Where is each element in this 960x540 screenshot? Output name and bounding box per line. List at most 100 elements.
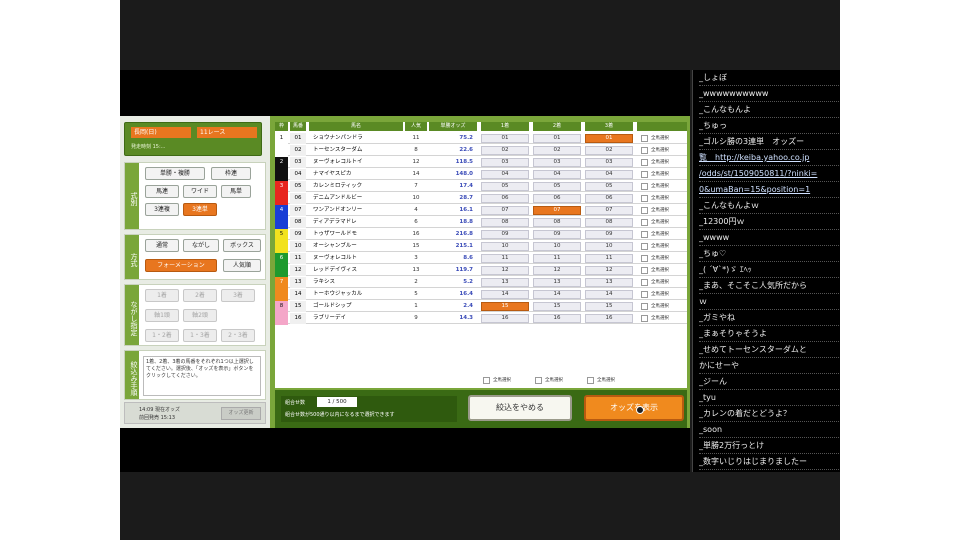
pick-third-button[interactable]: 04 [585,170,633,179]
pick-second-button[interactable]: 13 [533,278,581,287]
axis-one-button[interactable]: 軸1頭 [145,309,179,322]
pick-second-button[interactable]: 16 [533,314,581,323]
pick-first-button[interactable]: 11 [481,254,529,263]
pick-second-button[interactable]: 12 [533,266,581,275]
pick-third-button[interactable]: 08 [585,218,633,227]
pick-second-button[interactable]: 14 [533,290,581,299]
exclude-checkbox[interactable] [641,147,648,154]
table-row: 1 01 ショウナンパンドラ 11 75.2 01 01 01 全馬選択 [275,133,687,145]
pick-first-button[interactable]: 08 [481,218,529,227]
exclude-checkbox[interactable] [641,159,648,166]
refresh-odds-button[interactable]: オッズ更新 [221,407,261,420]
exclude-checkbox[interactable] [641,303,648,310]
select-all-third-checkbox[interactable] [587,377,594,384]
pick-third-button[interactable]: 10 [585,242,633,251]
axis-2nd-button[interactable]: 2着 [183,289,217,302]
pick-second-button[interactable]: 07 [533,206,581,215]
pick-second-button[interactable]: 01 [533,134,581,143]
pick-first-button[interactable]: 01 [481,134,529,143]
pick-second-button[interactable]: 15 [533,302,581,311]
exclude-checkbox[interactable] [641,279,648,286]
pick-third-button[interactable]: 09 [585,230,633,239]
bet-quinella-button[interactable]: 馬連 [145,185,179,198]
horse-number: 06 [290,193,306,204]
pick-third-button[interactable]: 14 [585,290,633,299]
pick-third-button[interactable]: 01 [585,134,633,143]
exclude-checkbox[interactable] [641,255,648,262]
comment-line[interactable]: 0&umaBan=15&position=1 [699,182,839,198]
exclude-checkbox[interactable] [641,171,648,178]
exclude-checkbox[interactable] [641,195,648,202]
pick-second-button[interactable]: 04 [533,170,581,179]
comment-line[interactable]: 覧 http://keiba.yahoo.co.jp [699,150,839,166]
bet-trifecta-button[interactable]: 3連単 [183,203,217,216]
pick-second-button[interactable]: 05 [533,182,581,191]
exclude-checkbox[interactable] [641,243,648,250]
exclude-checkbox[interactable] [641,219,648,226]
comment-line: _ちゅ♡ [699,246,839,262]
pick-second-button[interactable]: 09 [533,230,581,239]
exclude-checkbox[interactable] [641,231,648,238]
pick-third-button[interactable]: 03 [585,158,633,167]
pick-first-button[interactable]: 10 [481,242,529,251]
axis-1st-button[interactable]: 1着 [145,289,179,302]
style-nagashi-button[interactable]: ながし [183,239,219,252]
style-box-button[interactable]: ボックス [223,239,261,252]
axis-two-button[interactable]: 軸2頭 [183,309,217,322]
pick-third-button[interactable]: 12 [585,266,633,275]
pick-first-button[interactable]: 04 [481,170,529,179]
pick-second-button[interactable]: 06 [533,194,581,203]
bet-wide-button[interactable]: ワイド [183,185,217,198]
pick-third-button[interactable]: 16 [585,314,633,323]
cancel-filter-button[interactable]: 絞込をやめる [468,395,572,421]
win-odds: 216.8 [455,231,473,237]
axis-23-button[interactable]: 2・3着 [221,329,255,342]
select-all-first-checkbox[interactable] [483,377,490,384]
horse-name: デニムアンドルビー [313,195,363,201]
pick-third-button[interactable]: 13 [585,278,633,287]
pick-first-button[interactable]: 12 [481,266,529,275]
pick-first-button[interactable]: 14 [481,290,529,299]
pick-third-button[interactable]: 05 [585,182,633,191]
pick-first-button[interactable]: 06 [481,194,529,203]
bet-bracket-button[interactable]: 枠連 [211,167,251,180]
exclude-checkbox[interactable] [641,135,648,142]
style-formation-button[interactable]: フォーメーション [145,259,217,272]
axis-12-button[interactable]: 1・2着 [145,329,179,342]
pick-second-button[interactable]: 08 [533,218,581,227]
exclude-checkbox[interactable] [641,207,648,214]
pick-first-button[interactable]: 05 [481,182,529,191]
pick-first-button[interactable]: 02 [481,146,529,155]
bet-trio-button[interactable]: 3連複 [145,203,179,216]
pick-first-button[interactable]: 15 [481,302,529,311]
pick-first-button[interactable]: 16 [481,314,529,323]
table-row: 6 11 ヌーヴォレコルト 3 8.6 11 11 11 全馬選択 [275,253,687,265]
pick-third-button[interactable]: 11 [585,254,633,263]
exclude-checkbox[interactable] [641,315,648,322]
pick-first-button[interactable]: 03 [481,158,529,167]
axis-13-button[interactable]: 1・3着 [183,329,217,342]
bet-win-place-button[interactable]: 単勝・複勝 [145,167,205,180]
pick-first-button[interactable]: 13 [481,278,529,287]
bet-exacta-button[interactable]: 馬単 [221,185,251,198]
axis-3rd-button[interactable]: 3着 [221,289,255,302]
pick-third-button[interactable]: 07 [585,206,633,215]
style-normal-button[interactable]: 通常 [145,239,179,252]
pick-second-button[interactable]: 10 [533,242,581,251]
pick-third-button[interactable]: 15 [585,302,633,311]
pick-third-button[interactable]: 06 [585,194,633,203]
exclude-checkbox[interactable] [641,267,648,274]
frame-cell: 5 [275,229,288,241]
pick-first-button[interactable]: 07 [481,206,529,215]
select-all-second-checkbox[interactable] [535,377,542,384]
pick-second-button[interactable]: 03 [533,158,581,167]
pick-first-button[interactable]: 09 [481,230,529,239]
pick-third-button[interactable]: 02 [585,146,633,155]
show-odds-button[interactable]: オッズを表示 [584,395,684,421]
pick-second-button[interactable]: 11 [533,254,581,263]
style-popularity-button[interactable]: 人気順 [223,259,261,272]
exclude-checkbox[interactable] [641,291,648,298]
pick-second-button[interactable]: 02 [533,146,581,155]
exclude-checkbox[interactable] [641,183,648,190]
comment-line[interactable]: /odds/st/1509050811/?ninki= [699,166,839,182]
